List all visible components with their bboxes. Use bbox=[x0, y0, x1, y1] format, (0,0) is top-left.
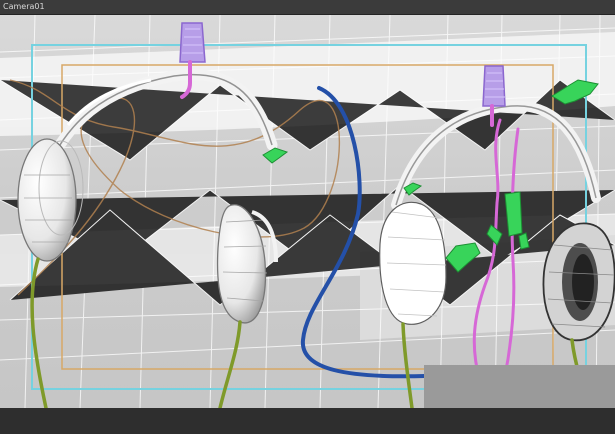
camera-viewport[interactable]: Camera01 bbox=[0, 0, 615, 434]
viewport-label[interactable]: Camera01 bbox=[3, 1, 45, 13]
viewport-overlay-panel bbox=[424, 365, 615, 408]
scene-canvas[interactable] bbox=[0, 15, 615, 408]
viewport-bottom-bar bbox=[0, 408, 615, 434]
viewport-titlebar[interactable]: Camera01 bbox=[0, 0, 615, 15]
